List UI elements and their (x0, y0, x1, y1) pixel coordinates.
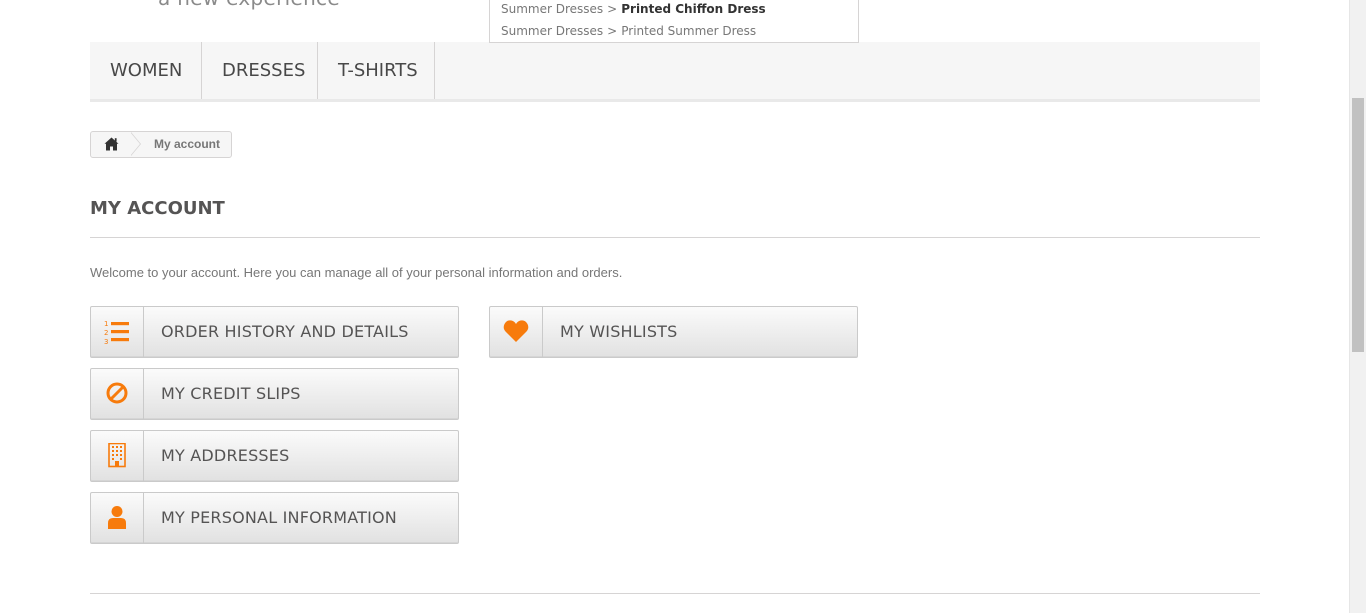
heart-icon (503, 320, 529, 342)
footer-divider (90, 593, 1260, 594)
search-autocomplete-dropdown: Summer Dresses > Printed Chiffon Dress Sum… (489, 0, 859, 43)
home-icon (104, 137, 119, 151)
page-scrollbar[interactable] (1349, 0, 1366, 613)
menu-item-dresses[interactable]: DRESSES (202, 42, 318, 99)
autocomplete-item-separator: > (607, 2, 618, 16)
user-icon (108, 506, 126, 529)
autocomplete-item[interactable]: Summer Dresses > Printed Chiffon Dress (501, 0, 766, 19)
ban-circle-icon (106, 382, 128, 404)
svg-text:3: 3 (104, 338, 108, 345)
credit-slips-button[interactable]: MY CREDIT SLIPS (90, 368, 459, 420)
breadcrumb-current: My account (154, 137, 221, 151)
ordered-list-icon: 1 2 3 (104, 320, 129, 345)
wishlists-label: MY WISHLISTS (560, 322, 678, 341)
addresses-label: MY ADDRESSES (161, 446, 290, 465)
breadcrumb-home-link[interactable] (91, 132, 133, 157)
building-icon (108, 443, 126, 468)
breadcrumb: My account (90, 131, 232, 158)
menu-item-t-shirts[interactable]: T-SHIRTS (318, 42, 435, 99)
svg-text:1: 1 (104, 320, 108, 328)
scrollbar-thumb[interactable] (1352, 98, 1364, 352)
autocomplete-item-category: Summer Dresses (501, 2, 604, 16)
page-title: MY ACCOUNT (90, 198, 1260, 238)
personal-information-label: MY PERSONAL INFORMATION (161, 508, 397, 527)
shop-tagline: a new experience (158, 0, 340, 10)
credit-slips-label: MY CREDIT SLIPS (161, 384, 301, 403)
autocomplete-item-product: Printed Chiffon Dress (621, 2, 766, 16)
personal-information-button[interactable]: MY PERSONAL INFORMATION (90, 492, 459, 544)
autocomplete-item-product: Printed Summer Dress (621, 24, 757, 38)
addresses-button[interactable]: MY ADDRESSES (90, 430, 459, 482)
wishlists-button[interactable]: MY WISHLISTS (489, 306, 858, 358)
order-history-button[interactable]: 1 2 3 ORDER HISTORY AND DETAILS (90, 306, 459, 358)
autocomplete-item[interactable]: Summer Dresses > Printed Summer Dress (501, 21, 756, 41)
top-menu: WOMEN DRESSES T-SHIRTS (90, 42, 1260, 102)
order-history-label: ORDER HISTORY AND DETAILS (161, 322, 409, 341)
autocomplete-item-category: Summer Dresses (501, 24, 604, 38)
autocomplete-item-separator: > (607, 24, 618, 38)
svg-text:2: 2 (104, 329, 108, 337)
menu-item-women[interactable]: WOMEN (90, 42, 202, 99)
welcome-text: Welcome to your account. Here you can ma… (90, 265, 623, 280)
